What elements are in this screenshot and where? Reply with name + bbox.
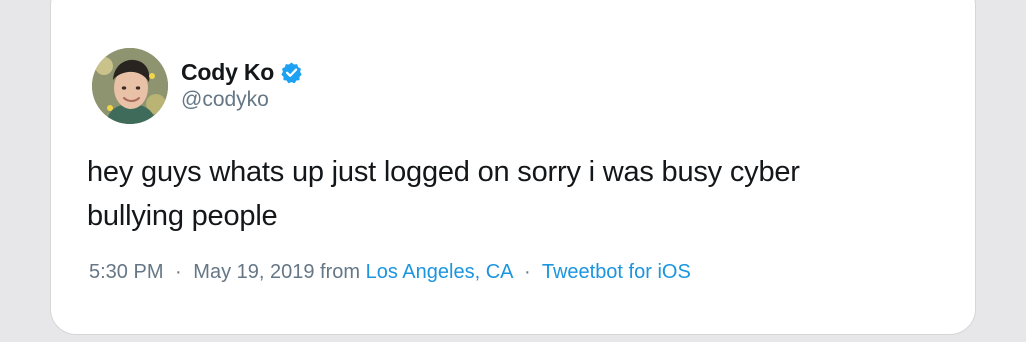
user-handle[interactable]: @codyko [181, 88, 303, 112]
tweet-meta: 5:30 PM · May 19, 2019 from Los Angeles,… [89, 261, 691, 284]
tweet-date[interactable]: May 19, 2019 [193, 261, 314, 283]
tweet-card: Cody Ko @codyko hey guys whats up just l… [50, 0, 976, 335]
location-link[interactable]: Los Angeles, CA [366, 261, 513, 283]
avatar[interactable] [92, 48, 168, 124]
tweet-time[interactable]: 5:30 PM [89, 261, 163, 283]
name-row: Cody Ko [181, 57, 303, 87]
user-avatar-icon [92, 48, 168, 124]
tweet-text-line-1: hey guys whats up just logged on sorry i… [87, 156, 800, 188]
from-label: from [320, 261, 361, 283]
meta-separator-2: · [523, 261, 531, 283]
tweet-text-line-2: bullying people [87, 200, 278, 232]
verified-badge-icon [280, 61, 303, 84]
client-link[interactable]: Tweetbot for iOS [542, 261, 691, 283]
tweet-text: hey guys whats up just logged on sorry i… [87, 150, 957, 238]
meta-separator: · [175, 261, 182, 283]
display-name[interactable]: Cody Ko [181, 59, 274, 86]
tweet-author: Cody Ko @codyko [181, 57, 303, 112]
